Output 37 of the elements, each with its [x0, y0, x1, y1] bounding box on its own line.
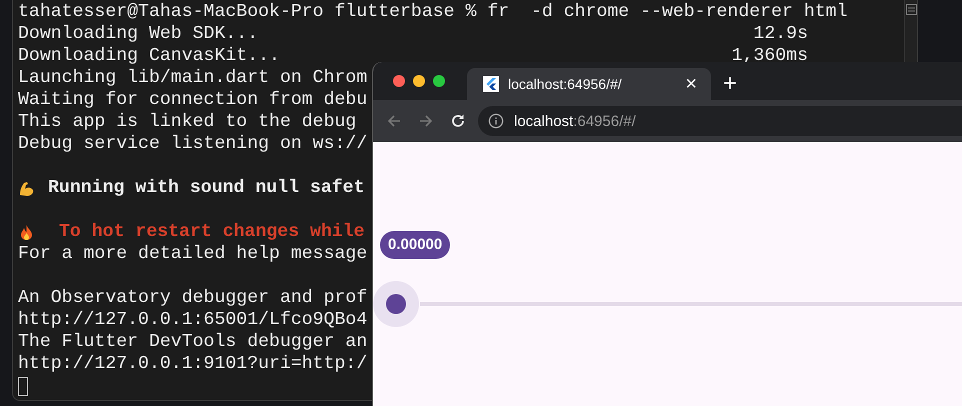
new-tab-button[interactable]: + — [723, 68, 738, 100]
browser-tab[interactable]: localhost:64956/#/ × — [467, 68, 711, 100]
slider-thumb[interactable] — [386, 294, 406, 314]
output-line: Downloading Web SDK... — [18, 23, 258, 45]
output-line: Debug service listening on ws:// — [18, 133, 368, 155]
duration-text: 1,360ms — [732, 45, 808, 67]
flame-icon — [18, 224, 35, 240]
duration-text: 12.9s — [753, 23, 808, 45]
command-line: tahatesser@Tahas-MacBook-Pro flutterbase % fr -d chrome --web-renderer html — [18, 1, 848, 23]
output-line: Downloading CanvasKit... — [18, 45, 280, 67]
url-text: localhost:64956/#/ — [514, 112, 636, 130]
output-line: http://127.0.0.1:65001/Lfco9QBo4 — [18, 309, 368, 331]
flutter-logo-icon — [483, 76, 499, 92]
reload-icon[interactable] — [450, 113, 466, 129]
close-window-button[interactable] — [393, 75, 405, 87]
text-cursor — [18, 376, 28, 396]
output-line: An Observatory debugger and prof — [18, 287, 368, 309]
forward-arrow-icon[interactable] — [418, 113, 434, 129]
maximize-window-button[interactable] — [433, 75, 445, 87]
slider-value-label: 0.00000 — [380, 231, 450, 259]
scrollbar[interactable] — [904, 0, 917, 62]
address-bar[interactable]: localhost:64956/#/ — [478, 106, 962, 136]
status-message: Running with sound null safet — [48, 177, 365, 199]
back-arrow-icon[interactable] — [386, 113, 402, 129]
output-line: http://127.0.0.1:9101?uri=http:/ — [18, 353, 368, 375]
output-line: Launching lib/main.dart on Chrom — [18, 67, 368, 89]
output-line: Waiting for connection from debu — [18, 89, 368, 111]
output-line: This app is linked to the debug — [18, 111, 356, 133]
info-icon[interactable] — [488, 113, 504, 129]
output-line: The Flutter DevTools debugger an — [18, 331, 368, 353]
warning-message: To hot restart changes while — [59, 221, 365, 243]
output-line: For a more detailed help message — [18, 243, 368, 265]
close-tab-button[interactable]: × — [685, 74, 697, 94]
tab-title: localhost:64956/#/ — [508, 76, 623, 92]
minimize-window-button[interactable] — [413, 75, 425, 87]
scrollbar-toggle-icon[interactable] — [906, 4, 916, 15]
flexed-arm-icon — [18, 180, 35, 196]
